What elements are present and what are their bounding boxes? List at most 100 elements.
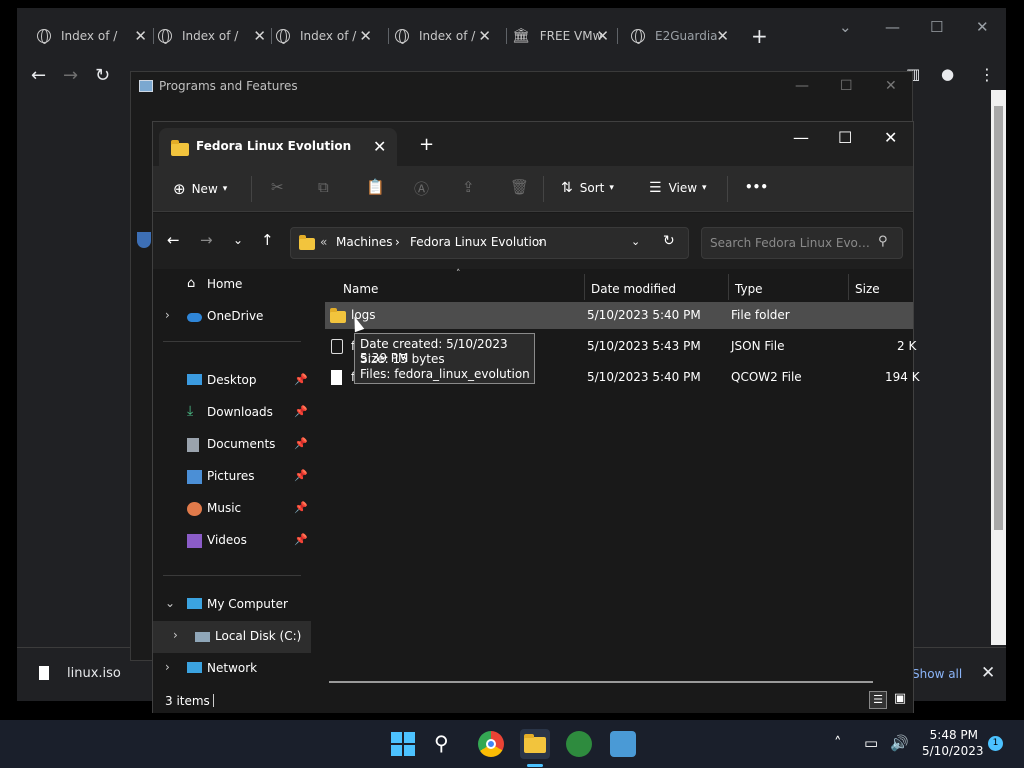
recent-locations-icon[interactable]: ⌄	[233, 233, 243, 247]
column-divider[interactable]	[848, 274, 849, 300]
copy-icon[interactable]: ⧉	[318, 178, 329, 196]
start-button[interactable]	[390, 731, 416, 757]
search-icon[interactable]: ⚲	[434, 731, 460, 757]
close-icon[interactable]: ✕	[981, 663, 995, 683]
show-all-link[interactable]: Show all	[912, 667, 962, 681]
tiles-view-icon[interactable]: ▣	[891, 691, 909, 709]
nav-onedrive[interactable]: › OneDrive	[153, 301, 311, 333]
close-icon[interactable]: ✕	[596, 27, 609, 45]
refresh-icon[interactable]: ↻	[663, 233, 675, 249]
chevron-up-icon[interactable]: ˄	[834, 734, 842, 752]
share-icon[interactable]: ⇪	[462, 178, 475, 196]
close-icon[interactable]: ✕	[478, 27, 491, 45]
explorer-tab[interactable]: Fedora Linux Evolution ✕	[159, 128, 397, 166]
forward-icon[interactable]: →	[63, 65, 78, 86]
breadcrumb-machines[interactable]: Machines	[336, 235, 392, 249]
nav-documents[interactable]: Documents 📌	[153, 429, 311, 461]
torrent-icon[interactable]	[566, 731, 592, 757]
scrollbar-thumb[interactable]	[994, 106, 1003, 530]
maximize-button[interactable]: ☐	[838, 128, 852, 147]
chevron-down-icon[interactable]: ⌄	[631, 235, 640, 248]
nav-desktop[interactable]: Desktop 📌	[153, 365, 311, 397]
breadcrumb-current[interactable]: Fedora Linux Evolution	[410, 235, 547, 249]
minimize-button[interactable]: —	[795, 78, 809, 94]
back-icon[interactable]: ←	[167, 231, 180, 249]
volume-icon[interactable]: 🔊	[890, 734, 909, 752]
sort-button[interactable]: ⇅ Sort ▾	[561, 180, 614, 196]
column-header-size[interactable]: Size	[855, 282, 880, 296]
paste-icon[interactable]: 📋	[366, 178, 385, 196]
chevron-right-icon[interactable]: ›	[165, 660, 170, 674]
close-icon[interactable]: ✕	[134, 27, 147, 45]
chevron-right-icon[interactable]: ›	[173, 628, 178, 642]
nav-downloads[interactable]: ⤓ Downloads 📌	[153, 397, 311, 429]
delete-icon[interactable]: 🗑	[510, 178, 529, 196]
control-panel-icon[interactable]	[610, 731, 636, 757]
column-divider[interactable]	[584, 274, 585, 300]
close-icon[interactable]: ✕	[253, 27, 266, 45]
notification-badge[interactable]: 1	[988, 736, 1003, 751]
column-header-name[interactable]: Name	[343, 282, 378, 296]
pin-icon[interactable]: 📌	[294, 533, 308, 546]
up-icon[interactable]: ↑	[261, 231, 274, 249]
close-button[interactable]: ✕	[976, 18, 989, 36]
nav-music[interactable]: Music 📌	[153, 493, 311, 525]
overflow-chevron-icon[interactable]: «	[320, 235, 327, 249]
rename-icon[interactable]: Ⓐ	[414, 178, 429, 199]
back-icon[interactable]: ←	[31, 65, 46, 86]
address-bar[interactable]: « Machines › Fedora Linux Evolution › ⌄ …	[290, 227, 689, 259]
close-icon[interactable]: ✕	[716, 27, 729, 45]
details-view-icon[interactable]: ☰	[869, 691, 887, 709]
nav-network[interactable]: › Network	[153, 653, 311, 685]
new-tab-button[interactable]: +	[419, 134, 434, 155]
minimize-button[interactable]: —	[885, 18, 900, 36]
close-button[interactable]: ✕	[885, 78, 897, 94]
nav-pictures[interactable]: Pictures 📌	[153, 461, 311, 493]
new-button[interactable]: ⊕ New ▾	[173, 180, 227, 198]
reload-icon[interactable]: ↻	[95, 65, 110, 86]
cut-icon[interactable]: ✂	[271, 178, 284, 196]
column-divider[interactable]	[728, 274, 729, 300]
column-header-type[interactable]: Type	[735, 282, 763, 296]
pin-icon[interactable]: 📌	[294, 501, 308, 514]
horizontal-scrollbar[interactable]	[329, 681, 873, 683]
search-box[interactable]: Search Fedora Linux Evolution ⚲	[701, 227, 903, 259]
column-header-date[interactable]: Date modified	[591, 282, 676, 296]
system-clock[interactable]: 5:48 PM 5/10/2023	[922, 728, 984, 758]
nav-local-disk[interactable]: › Local Disk (C:)	[153, 621, 311, 653]
page-scrollbar[interactable]	[991, 90, 1006, 645]
browser-tab[interactable]: Index of / ✕	[276, 22, 372, 50]
chevron-down-icon[interactable]: ⌄	[839, 18, 852, 36]
more-options-button[interactable]: •••	[745, 180, 768, 194]
table-row[interactable]: logs 5/10/2023 5:40 PM File folder	[325, 302, 913, 329]
browser-tab-active[interactable]: E2Guardia ✕	[631, 22, 729, 50]
menu-icon[interactable]: ⋮	[979, 65, 995, 84]
nav-my-computer[interactable]: ⌄ My Computer	[153, 589, 311, 621]
profile-icon[interactable]: ●	[941, 65, 954, 83]
forward-icon[interactable]: →	[200, 231, 213, 249]
pin-icon[interactable]: 📌	[294, 437, 308, 450]
view-button[interactable]: ☰ View ▾	[649, 180, 707, 196]
chrome-icon[interactable]	[478, 731, 504, 757]
pin-icon[interactable]: 📌	[294, 373, 308, 386]
search-icon[interactable]: ⚲	[878, 234, 888, 249]
chevron-down-icon[interactable]: ⌄	[165, 596, 175, 610]
chevron-right-icon[interactable]: ›	[165, 308, 170, 322]
nav-home[interactable]: ⌂ Home	[153, 269, 311, 301]
nav-videos[interactable]: Videos 📌	[153, 525, 311, 557]
file-explorer-taskbar-button[interactable]	[520, 729, 550, 759]
browser-tab[interactable]: Index of / ✕	[395, 22, 491, 50]
browser-tab[interactable]: Index of / ✕	[158, 22, 266, 50]
network-status-icon[interactable]: ▭	[864, 734, 878, 752]
browser-tab[interactable]: Index of / ✕	[37, 22, 147, 50]
minimize-button[interactable]: —	[793, 128, 809, 147]
browser-tab[interactable]: 🏛 FREE VMw ✕	[512, 22, 609, 50]
close-button[interactable]: ✕	[884, 128, 897, 147]
close-icon[interactable]: ✕	[373, 137, 386, 156]
pin-icon[interactable]: 📌	[294, 469, 308, 482]
maximize-button[interactable]: ☐	[840, 78, 853, 94]
pin-icon[interactable]: 📌	[294, 405, 308, 418]
new-tab-button[interactable]: +	[751, 22, 768, 50]
close-icon[interactable]: ✕	[359, 27, 372, 45]
download-item[interactable]: linux.iso	[67, 666, 121, 681]
